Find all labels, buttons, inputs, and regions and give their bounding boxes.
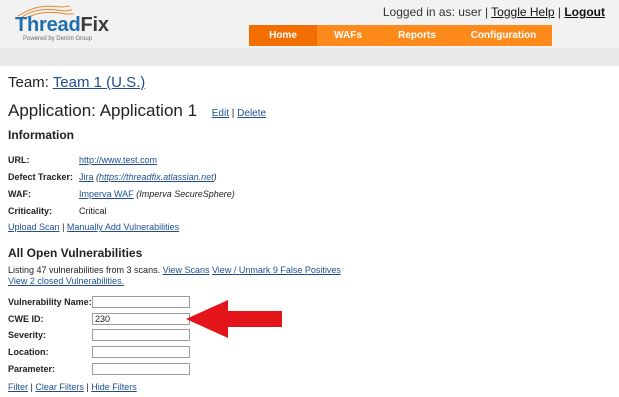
defect-tracker-url[interactable]: https://threadfix.atlassian.net bbox=[99, 172, 214, 182]
parameter-input[interactable] bbox=[92, 363, 190, 375]
clear-filters-link[interactable]: Clear Filters bbox=[35, 382, 84, 392]
listing-text: Listing 47 vulnerabilities from 3 scans. bbox=[8, 265, 161, 275]
delete-link[interactable]: Delete bbox=[237, 108, 266, 119]
vulnerabilities-title: All Open Vulnerabilities bbox=[8, 246, 143, 260]
cwe-id-input[interactable]: 230 bbox=[92, 313, 190, 325]
main-nav: Home WAFs Reports Configuration bbox=[249, 25, 552, 46]
application-name: Application 1 bbox=[99, 101, 198, 120]
severity-input[interactable] bbox=[92, 329, 190, 341]
filter-link[interactable]: Filter bbox=[8, 382, 28, 392]
cwe-id-label: CWE ID: bbox=[8, 314, 44, 324]
view-closed-vulnerabilities-link[interactable]: View 2 closed Vulnerabilities. bbox=[8, 276, 124, 286]
vulnerability-name-label: Vulnerability Name: bbox=[8, 297, 92, 307]
team-link[interactable]: Team 1 (U.S.) bbox=[53, 74, 146, 91]
listing-line: Listing 47 vulnerabilities from 3 scans.… bbox=[8, 265, 341, 275]
defect-tracker-value: Jira (https://threadfix.atlassian.net) bbox=[79, 172, 217, 182]
defect-tracker-link[interactable]: Jira bbox=[79, 172, 94, 182]
location-label: Location: bbox=[8, 347, 49, 357]
toggle-help-link[interactable]: Toggle Help bbox=[491, 5, 554, 19]
waf-value: Imperva WAF (Imperva SecureSphere) bbox=[79, 189, 235, 199]
defect-tracker-label: Defect Tracker: bbox=[8, 172, 74, 182]
user-links: Logged in as: user | Toggle Help | Logou… bbox=[383, 5, 605, 19]
upload-scan-link[interactable]: Upload Scan bbox=[8, 222, 60, 232]
nav-tab-home[interactable]: Home bbox=[249, 25, 317, 46]
logo-text-thread: Thread bbox=[15, 14, 81, 36]
logout-link[interactable]: Logout bbox=[564, 5, 605, 19]
application-label: Application: bbox=[8, 101, 96, 120]
red-arrow-icon bbox=[186, 300, 282, 338]
location-row: Location: bbox=[8, 346, 208, 359]
waf-detail-wrap: (Imperva SecureSphere) bbox=[136, 189, 235, 199]
header-gray-band bbox=[0, 48, 619, 66]
view-scans-link[interactable]: View Scans bbox=[163, 265, 210, 275]
logo-text: ThreadFix bbox=[15, 14, 109, 37]
parameter-label: Parameter: bbox=[8, 364, 56, 374]
waf-detail: Imperva SecureSphere bbox=[139, 189, 232, 199]
closed-line: View 2 closed Vulnerabilities. bbox=[8, 276, 124, 286]
team-heading: Team: Team 1 (U.S.) bbox=[8, 74, 145, 91]
scan-actions: Upload Scan | Manually Add Vulnerabiliti… bbox=[8, 222, 179, 232]
criticality-label: Criticality: bbox=[8, 206, 53, 216]
severity-row: Severity: bbox=[8, 329, 208, 342]
criticality-value: Critical bbox=[79, 206, 107, 216]
application-heading: Application: Application 1 Edit | Delete bbox=[8, 101, 266, 121]
vulnerability-name-row: Vulnerability Name: bbox=[8, 296, 208, 309]
team-label: Team: bbox=[8, 74, 49, 91]
location-input[interactable] bbox=[92, 346, 190, 358]
vulnerability-name-input[interactable] bbox=[92, 296, 190, 308]
hide-filters-link[interactable]: Hide Filters bbox=[91, 382, 137, 392]
waf-label: WAF: bbox=[8, 189, 31, 199]
logged-in-text: Logged in as: user bbox=[382, 5, 482, 19]
manually-add-vulnerabilities-link[interactable]: Manually Add Vulnerabilities bbox=[67, 222, 179, 232]
nav-tab-wafs[interactable]: WAFs bbox=[317, 25, 379, 46]
threadfix-logo[interactable]: ThreadFix Powered by Denim Group bbox=[12, 2, 192, 46]
url-label: URL: bbox=[8, 155, 30, 165]
nav-tab-configuration[interactable]: Configuration bbox=[455, 25, 552, 46]
top-header: ThreadFix Powered by Denim Group Logged … bbox=[0, 0, 619, 49]
logo-text-fix: Fix bbox=[80, 14, 109, 36]
url-link[interactable]: http://www.test.com bbox=[79, 155, 157, 165]
logo-subtitle: Powered by Denim Group bbox=[23, 36, 93, 42]
application-actions: Edit | Delete bbox=[212, 108, 266, 119]
view-false-positives-link[interactable]: View / Unmark 9 False Positives bbox=[212, 265, 341, 275]
parameter-row: Parameter: bbox=[8, 363, 208, 376]
waf-link[interactable]: Imperva WAF bbox=[79, 189, 134, 199]
severity-label: Severity: bbox=[8, 330, 47, 340]
filter-links: Filter | Clear Filters | Hide Filters bbox=[8, 382, 137, 392]
nav-tab-reports[interactable]: Reports bbox=[379, 25, 455, 46]
information-title: Information bbox=[8, 128, 74, 142]
defect-tracker-url-wrap: (https://threadfix.atlassian.net) bbox=[96, 172, 217, 182]
edit-link[interactable]: Edit bbox=[212, 108, 229, 119]
cwe-id-row: CWE ID: 230 bbox=[8, 313, 208, 326]
